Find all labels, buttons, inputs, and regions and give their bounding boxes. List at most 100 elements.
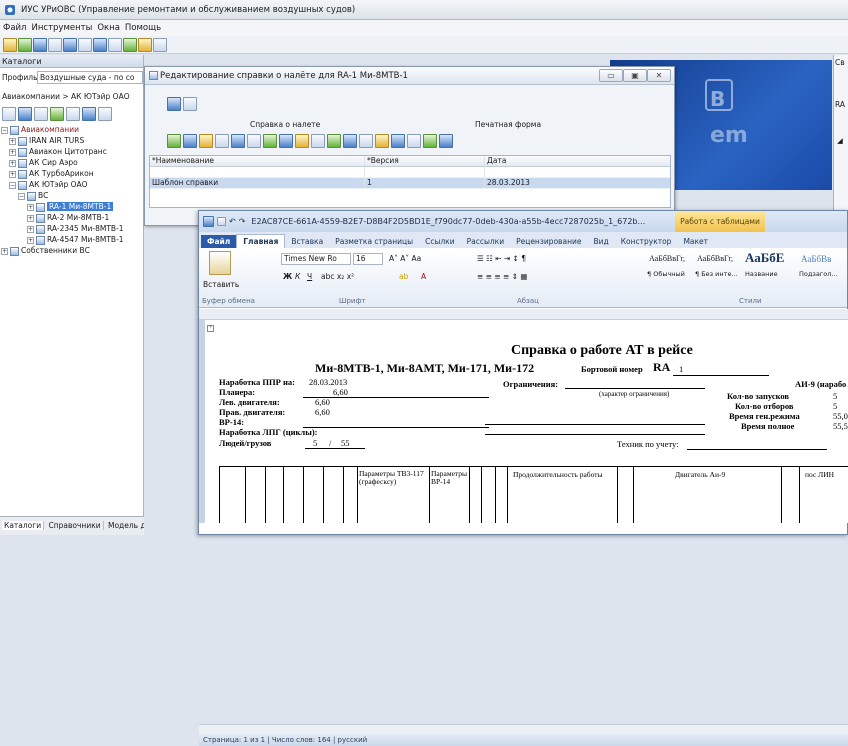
tree-node[interactable]: + RA-2345 Ми-8МТВ-1 [27, 223, 124, 234]
column-icon[interactable] [391, 134, 405, 148]
tab-layout[interactable]: Макет [677, 235, 714, 248]
add-icon[interactable] [167, 134, 181, 148]
table-icon[interactable] [108, 37, 122, 52]
menu-file[interactable]: Файл [3, 23, 26, 33]
column-date[interactable]: Дата [485, 156, 670, 166]
style-normal[interactable]: ¶ Обычный [647, 270, 685, 278]
bullets-icon[interactable]: ☰ ☷ ⇤ ⇥ ↕ ¶ [477, 254, 526, 263]
undo-icon[interactable]: ↶ [229, 217, 236, 226]
info-icon[interactable] [33, 37, 47, 52]
expand-icon[interactable]: + [27, 214, 34, 222]
expand-icon[interactable]: + [9, 159, 16, 167]
filter-icon[interactable] [66, 107, 80, 121]
menu-tools[interactable]: Инструменты [31, 23, 92, 33]
edit-icon[interactable] [18, 107, 32, 121]
column-version[interactable]: *Версия [365, 156, 485, 166]
strikethrough-icon[interactable]: abc x₂ x² [321, 272, 354, 281]
copy-icon[interactable] [215, 134, 229, 148]
breadcrumb-current[interactable]: АК ЮТэйр ОАО [71, 92, 130, 101]
window-list-icon[interactable] [153, 37, 167, 52]
excel-icon[interactable] [343, 134, 357, 148]
style-no-spacing[interactable]: ¶ Без инте... [695, 270, 738, 278]
tree-icon[interactable] [123, 37, 137, 52]
expand-icon[interactable]: + [1, 247, 8, 255]
menu-windows[interactable]: Окна [97, 23, 120, 33]
close-button[interactable]: ✕ [647, 69, 671, 82]
expand-icon[interactable]: + [9, 137, 16, 145]
redo-icon[interactable]: ↷ [239, 217, 246, 226]
import-icon[interactable] [263, 134, 277, 148]
tree-node[interactable]: + RA-4547 Ми-8МТВ-1 [27, 234, 124, 245]
style-sample-title[interactable]: АаБбЕ [745, 250, 784, 266]
highlight-icon[interactable]: ab [399, 272, 408, 281]
underline-icon[interactable]: Ч [307, 272, 312, 281]
collapse-icon[interactable]: ◢ [837, 135, 843, 146]
tab-data-model[interactable]: Модель да [106, 521, 144, 530]
tab-references[interactable]: Ссылки [419, 235, 460, 248]
tree-node[interactable]: − ВС [18, 190, 48, 201]
window-icon[interactable] [63, 37, 77, 52]
link-icon[interactable] [247, 134, 261, 148]
tree-node[interactable]: + Авиакон Цитотранс [9, 146, 107, 157]
tab-references[interactable]: Справочники [46, 521, 104, 530]
close-doc-icon[interactable] [183, 97, 197, 111]
tab-insert[interactable]: Вставка [285, 235, 329, 248]
chart-icon[interactable] [82, 107, 96, 121]
tree-node[interactable]: + RA-2 Ми-8МТВ-1 [27, 212, 109, 223]
folder-icon[interactable] [138, 37, 152, 52]
style-subtitle[interactable]: Подзагол... [799, 270, 838, 278]
tab-catalogs[interactable]: Каталоги [2, 521, 45, 530]
refresh-icon[interactable] [18, 37, 32, 52]
tree-node[interactable]: − АК ЮТэйр ОАО [9, 179, 88, 190]
expand-icon[interactable]: + [27, 225, 34, 233]
copy-icon[interactable] [34, 107, 48, 121]
expand-icon[interactable]: + [27, 203, 34, 211]
filter-icon[interactable] [375, 134, 389, 148]
tab-design[interactable]: Конструктор [615, 235, 678, 248]
style-sample-no-spacing[interactable]: АаБбВвГг, [697, 254, 733, 263]
style-sample-normal[interactable]: АаБбВвГг, [649, 254, 685, 263]
expand-icon[interactable]: + [27, 236, 34, 244]
tree-node[interactable]: + АК ТурбоАрикон [9, 168, 94, 179]
bold-icon[interactable]: Ж [283, 272, 292, 281]
breadcrumb-root[interactable]: Авиакомпании [2, 92, 60, 101]
grid-icon[interactable] [78, 37, 92, 52]
tab-review[interactable]: Рецензирование [510, 235, 587, 248]
grow-font-icon[interactable]: A˄ A˅ Aa [389, 254, 421, 263]
tab-view[interactable]: Вид [587, 235, 614, 248]
tree-node[interactable]: + IRAN AIR TURS [9, 135, 84, 146]
table-move-handle[interactable]: + [207, 325, 214, 332]
style-title[interactable]: Название [745, 270, 778, 278]
paste-button[interactable]: Вставить [203, 280, 239, 289]
maximize-button[interactable]: ▣ [623, 69, 647, 82]
style-sample-subtitle[interactable]: АаБбВв [801, 254, 831, 264]
settings-icon[interactable] [3, 37, 17, 52]
align-icon[interactable]: ≡ ≡ ≡ ≡ ⇕ ▦ [477, 272, 527, 281]
save-icon[interactable] [167, 97, 181, 111]
tree-node[interactable]: + Собственники ВС [1, 245, 90, 256]
expand-icon[interactable]: + [9, 170, 16, 178]
add-icon[interactable] [2, 107, 16, 121]
help-icon[interactable] [48, 37, 62, 52]
profile-select[interactable]: Воздушные суда - по со [37, 71, 143, 84]
save-icon[interactable] [217, 217, 226, 226]
minimize-button[interactable]: ▭ [599, 69, 623, 82]
grid-icon[interactable] [231, 134, 245, 148]
collapse-icon[interactable]: − [1, 126, 8, 134]
italic-icon[interactable]: К [295, 272, 300, 281]
sort-icon[interactable] [407, 134, 421, 148]
settings-icon[interactable] [439, 134, 453, 148]
layout-icon[interactable] [359, 134, 373, 148]
move-icon[interactable] [50, 107, 64, 121]
table-row[interactable] [150, 167, 670, 178]
table-row[interactable]: Шаблон справки 1 28.03.2013 [150, 178, 670, 189]
preview-icon[interactable] [311, 134, 325, 148]
tree-node-airlines[interactable]: − Авиакомпании [1, 124, 79, 135]
expand-icon[interactable]: + [9, 148, 16, 156]
tab-mailings[interactable]: Рассылки [461, 235, 511, 248]
collapse-icon[interactable]: − [18, 192, 25, 200]
paste-icon[interactable] [209, 251, 231, 275]
print-icon[interactable] [295, 134, 309, 148]
font-name-select[interactable]: Times New Ro [281, 253, 351, 265]
tab-page-layout[interactable]: Разметка страницы [329, 235, 419, 248]
